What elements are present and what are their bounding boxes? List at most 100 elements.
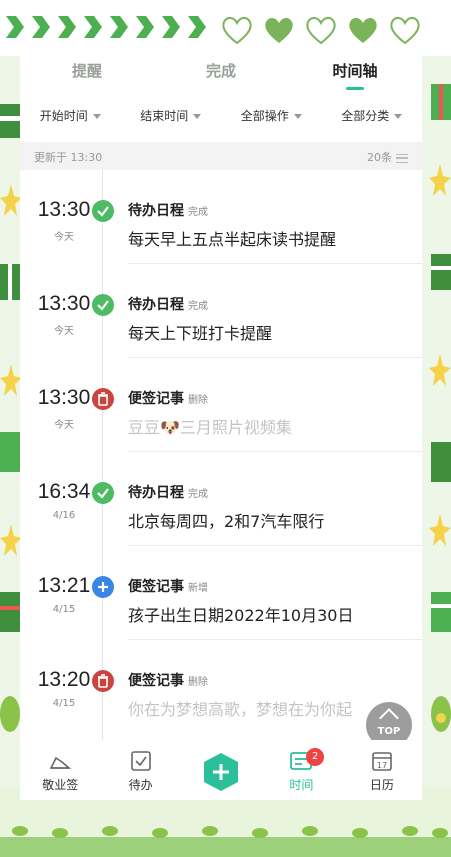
entry-content: 每天早上五点半起床读书提醒 — [128, 230, 337, 249]
heart-outline-icon — [390, 17, 420, 45]
updated-label: 更新于 — [34, 151, 67, 164]
gift-deco-icon — [0, 104, 20, 138]
avocado-deco-icon — [0, 696, 20, 732]
gift-deco-icon — [431, 84, 451, 120]
trash-icon — [92, 388, 114, 410]
check-icon — [92, 200, 114, 222]
arrow-up-icon — [379, 708, 399, 728]
entry-date: 今天 — [54, 232, 74, 243]
entry-action: 新增 — [188, 583, 208, 594]
dropdown-arrow-icon — [92, 114, 101, 119]
nav-label: 日历 — [369, 778, 394, 792]
entry-date: 4/16 — [52, 510, 76, 521]
nav-item-add[interactable] — [181, 740, 261, 800]
filter-start-time[interactable]: 开始时间 — [20, 100, 121, 132]
nav-label: 敬业签 — [42, 778, 79, 792]
main-card: 提醒 完成 时间轴 开始时间 结束时间 全部操作 全部分类 更新于 13:30 … — [20, 48, 422, 792]
calendar-icon: 17 — [372, 752, 392, 771]
dropdown-arrow-icon — [293, 114, 302, 119]
entry-date: 今天 — [54, 326, 74, 337]
timeline-entry[interactable]: 13:30 今天 便签记事 删除 豆豆🐶三月照片视频集 — [20, 358, 422, 452]
chevron-deco-icon — [84, 16, 102, 38]
entry-time: 13:30 — [37, 198, 91, 221]
entry-category: 待办日程 完成 — [128, 482, 208, 502]
chevron-deco-icon — [110, 16, 128, 38]
category-label: 待办日程 — [128, 203, 184, 219]
timeline-entry[interactable]: 13:30 今天 待办日程 完成 每天上下班打卡提醒 — [20, 264, 422, 358]
entry-category: 便签记事 删除 — [128, 388, 208, 408]
check-icon — [92, 482, 114, 504]
record-count[interactable]: 20条 — [367, 149, 408, 165]
category-label: 待办日程 — [128, 485, 184, 501]
entry-time: 16:34 — [37, 480, 91, 503]
entry-time: 13:21 — [37, 574, 91, 597]
timeline-entry[interactable]: 13:30 今天 待办日程 完成 每天早上五点半起床读书提醒 — [20, 170, 422, 264]
filter-bar: 开始时间 结束时间 全部操作 全部分类 — [20, 100, 422, 132]
timeline-list: 13:30 今天 待办日程 完成 每天早上五点半起床读书提醒 13:30 今天 待… — [20, 170, 422, 770]
entry-category: 便签记事 新增 — [128, 576, 208, 596]
filter-operations[interactable]: 全部操作 — [221, 100, 322, 132]
tab-timeline[interactable]: 时间轴 — [288, 48, 422, 96]
calendar-day-number: 17 — [377, 761, 387, 770]
filter-label: 开始时间 — [39, 109, 88, 123]
nav-label: 待办 — [128, 778, 153, 792]
nav-item-calendar[interactable]: 17 日历 — [342, 740, 422, 800]
entry-time: 13:30 — [37, 292, 91, 315]
dropdown-arrow-icon — [193, 114, 202, 119]
notes-app-icon — [49, 756, 72, 769]
nav-label: 时间 — [289, 778, 314, 792]
avocado-deco-icon — [431, 696, 451, 732]
nav-item-home[interactable]: 敬业签 — [20, 740, 100, 800]
trash-icon — [92, 670, 114, 692]
heart-outline-icon — [222, 17, 252, 45]
chevron-deco-icon — [58, 16, 76, 38]
entry-date: 4/15 — [52, 698, 76, 709]
tab-reminder[interactable]: 提醒 — [20, 48, 154, 96]
category-label: 便签记事 — [128, 391, 184, 407]
filter-categories[interactable]: 全部分类 — [322, 100, 423, 132]
star-deco-icon — [429, 164, 451, 196]
entry-date: 4/15 — [52, 604, 76, 615]
top-label: TOP — [377, 726, 401, 737]
category-label: 便签记事 — [128, 673, 184, 689]
tab-completed[interactable]: 完成 — [154, 48, 288, 96]
count-text: 20条 — [367, 151, 392, 164]
nav-item-timeline[interactable]: 2 时间 — [261, 740, 341, 800]
gift-deco-icon — [431, 592, 451, 632]
chevron-deco-icon — [162, 16, 180, 38]
updated-time: 13:30 — [70, 151, 103, 164]
entry-action: 完成 — [188, 489, 208, 500]
entry-category: 便签记事 删除 — [128, 670, 208, 690]
entry-time: 13:30 — [37, 386, 91, 409]
gift-deco-icon — [431, 442, 451, 482]
menu-icon — [396, 153, 408, 163]
entry-content: 豆豆🐶三月照片视频集 — [128, 418, 292, 437]
updated-info: 更新于 13:30 — [34, 149, 102, 165]
chevron-deco-icon — [136, 16, 154, 38]
category-label: 待办日程 — [128, 297, 184, 313]
star-deco-icon — [429, 514, 451, 546]
star-deco-icon — [0, 364, 22, 396]
plus-icon — [92, 576, 114, 598]
entry-content: 每天上下班打卡提醒 — [128, 324, 273, 343]
check-icon — [92, 294, 114, 316]
filter-label: 结束时间 — [140, 109, 189, 123]
entry-content: 北京每周四，2和7汽车限行 — [128, 512, 325, 531]
gift-deco-icon — [0, 592, 20, 632]
timeline-entry[interactable]: 13:21 4/15 便签记事 新增 孩子出生日期2022年10月30日 — [20, 546, 422, 640]
entry-action: 删除 — [188, 677, 208, 688]
entry-category: 待办日程 完成 — [128, 294, 208, 314]
filter-end-time[interactable]: 结束时间 — [121, 100, 222, 132]
heart-pattern — [220, 14, 422, 46]
entry-date: 今天 — [54, 420, 74, 431]
timeline-entry[interactable]: 16:34 4/16 待办日程 完成 北京每周四，2和7汽车限行 — [20, 452, 422, 546]
filter-label: 全部操作 — [240, 109, 289, 123]
nav-item-todo[interactable]: 待办 — [100, 740, 180, 800]
timeline-entry[interactable]: 13:20 4/15 便签记事 删除 你在为梦想高歌，梦想在为你起 — [20, 640, 422, 734]
entry-action: 删除 — [188, 395, 208, 406]
entry-time: 13:20 — [37, 668, 91, 691]
gift-deco-icon — [0, 432, 20, 472]
chevron-deco-icon — [32, 16, 50, 38]
heart-outline-icon — [306, 17, 336, 45]
gift-deco-icon — [431, 254, 451, 290]
